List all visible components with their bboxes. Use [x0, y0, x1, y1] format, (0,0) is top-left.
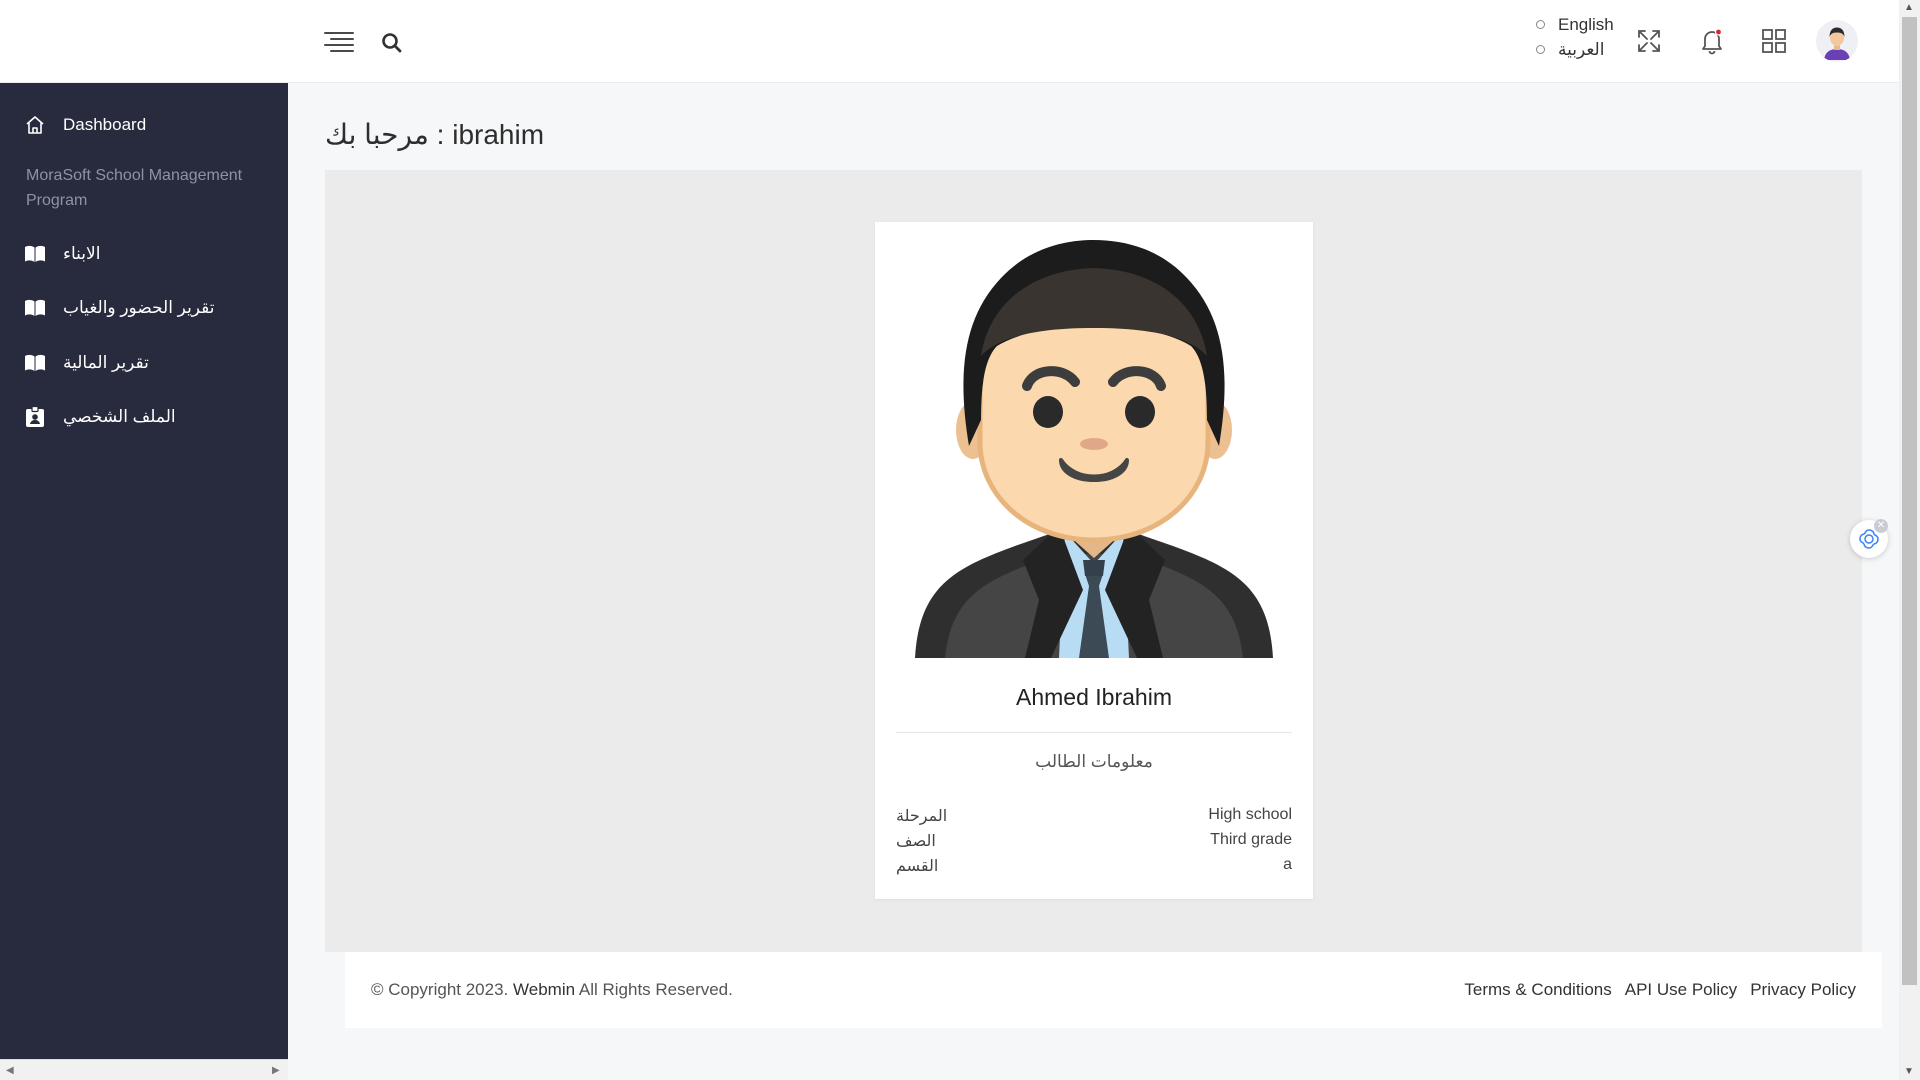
language-label: العربية: [1558, 39, 1605, 59]
menu-toggle-icon[interactable]: [324, 30, 354, 54]
copyright-suffix: All Rights Reserved.: [578, 980, 733, 999]
search-icon[interactable]: [380, 31, 404, 55]
info-row-section: القسم a: [896, 856, 1292, 881]
sidebar-item-children[interactable]: الابناء: [0, 232, 288, 276]
sidebar-item-attendance-report[interactable]: تقرير الحضور والغياب: [0, 286, 288, 330]
api-policy-link[interactable]: API Use Policy: [1625, 980, 1737, 1000]
terms-link[interactable]: Terms & Conditions: [1464, 980, 1611, 1000]
sidebar-item-finance-report[interactable]: تقرير المالية: [0, 341, 288, 385]
sidebar-horizontal-scrollbar[interactable]: ◀ ▶: [0, 1059, 288, 1080]
book-icon: [24, 352, 46, 374]
sidebar: Dashboard MoraSoft School Management Pro…: [0, 83, 288, 1059]
sidebar-item-label: Dashboard: [63, 115, 147, 134]
student-name: Ahmed Ibrahim: [1016, 684, 1172, 710]
apps-grid-icon[interactable]: [1757, 24, 1791, 58]
book-icon: [24, 243, 46, 265]
info-label: القسم: [896, 858, 939, 875]
brand-link[interactable]: Webmin: [513, 980, 575, 999]
info-label: المرحلة: [896, 808, 948, 825]
card-divider: [896, 732, 1292, 733]
info-value: a: [1283, 856, 1292, 873]
info-value: High school: [1208, 806, 1292, 823]
scroll-down-arrow-icon[interactable]: ▼: [1904, 1066, 1914, 1077]
id-badge-icon: [24, 406, 46, 428]
copyright-prefix: © Copyright 2023.: [371, 980, 509, 999]
page-title: مرحبا بك : ibrahim: [325, 119, 545, 150]
scroll-up-arrow-icon[interactable]: ▲: [1904, 2, 1914, 13]
book-icon: [24, 297, 46, 319]
privacy-policy-link[interactable]: Privacy Policy: [1750, 980, 1856, 1000]
sidebar-item-profile[interactable]: الملف الشخصي: [0, 395, 288, 439]
sidebar-item-label: تقرير الحضور والغياب: [63, 298, 215, 317]
sidebar-item-label: الابناء: [63, 244, 101, 263]
info-row-grade: الصف Third grade: [896, 831, 1292, 856]
sidebar-item-label: الملف الشخصي: [63, 407, 176, 426]
home-icon: [24, 114, 46, 136]
scroll-left-arrow-icon[interactable]: ◀: [6, 1065, 14, 1076]
sidebar-item-label: تقرير المالية: [63, 353, 149, 372]
scroll-right-arrow-icon[interactable]: ▶: [272, 1065, 280, 1076]
info-value: Third grade: [1210, 831, 1292, 848]
info-label: الصف: [896, 833, 936, 850]
info-row-stage: المرحلة High school: [896, 806, 1292, 831]
page-footer: © Copyright 2023. Webmin All Rights Rese…: [345, 952, 1882, 1028]
language-switcher: English العربية: [1536, 12, 1626, 62]
scrollbar-thumb[interactable]: [1902, 17, 1917, 985]
close-icon[interactable]: ✕: [1874, 519, 1888, 533]
top-header: English العربية: [0, 0, 1899, 83]
student-info-title: معلومات الطالب: [1035, 752, 1153, 771]
language-option-arabic[interactable]: العربية: [1536, 37, 1626, 62]
footer-links: Terms & Conditions API Use Policy Privac…: [1464, 980, 1856, 1000]
student-portrait-image: [915, 240, 1273, 658]
page-vertical-scrollbar[interactable]: ▲ ▼: [1899, 0, 1920, 1080]
fullscreen-icon[interactable]: [1632, 24, 1666, 58]
notification-bell-icon[interactable]: [1695, 24, 1729, 58]
copyright-text: © Copyright 2023. Webmin All Rights Rese…: [371, 980, 733, 1000]
program-title: MoraSoft School Management Program: [26, 167, 243, 209]
language-option-english[interactable]: English: [1536, 12, 1626, 37]
language-label: English: [1558, 14, 1614, 34]
user-avatar[interactable]: [1816, 20, 1858, 62]
sidebar-item-dashboard[interactable]: Dashboard: [0, 103, 288, 147]
student-card: Ahmed Ibrahim معلومات الطالب المرحلة Hig…: [875, 222, 1313, 899]
